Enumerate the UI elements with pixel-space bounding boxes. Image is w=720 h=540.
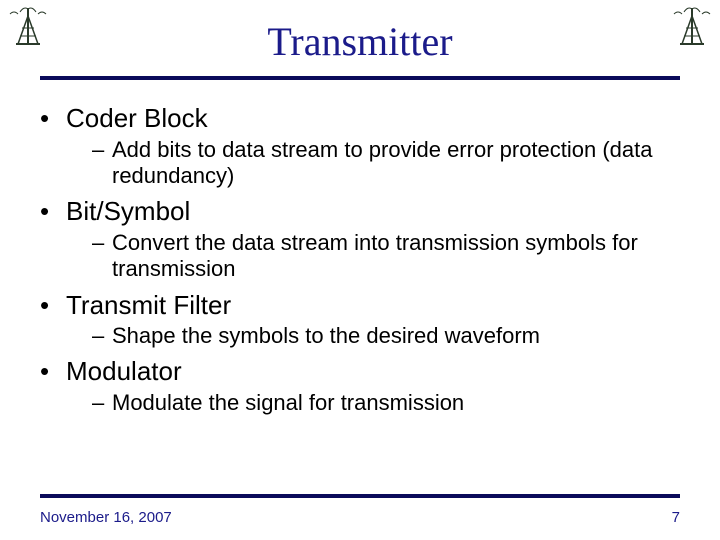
dash-icon: – bbox=[92, 323, 112, 349]
antenna-icon bbox=[672, 6, 712, 46]
bullet-level2: – Add bits to data stream to provide err… bbox=[92, 137, 684, 190]
bullet-dot-icon: • bbox=[40, 289, 66, 322]
bullet-dot-icon: • bbox=[40, 102, 66, 135]
dash-icon: – bbox=[92, 230, 112, 283]
dash-icon: – bbox=[92, 390, 112, 416]
bullet-level1: • Coder Block bbox=[40, 102, 684, 135]
bullet-sub: Modulate the signal for transmission bbox=[112, 390, 684, 416]
bullet-label: Bit/Symbol bbox=[66, 195, 190, 228]
footer-page: 7 bbox=[672, 509, 680, 526]
antenna-icon bbox=[8, 6, 48, 46]
bullet-label: Coder Block bbox=[66, 102, 208, 135]
bullet-sub: Add bits to data stream to provide error… bbox=[112, 137, 684, 190]
footer-rule bbox=[40, 494, 680, 498]
slide: Transmitter • Coder Block – Add bits to … bbox=[0, 0, 720, 540]
bullet-label: Transmit Filter bbox=[66, 289, 231, 322]
bullet-dot-icon: • bbox=[40, 195, 66, 228]
bullet-sub: Shape the symbols to the desired wavefor… bbox=[112, 323, 684, 349]
footer: November 16, 2007 7 bbox=[40, 509, 680, 526]
content-area: • Coder Block – Add bits to data stream … bbox=[40, 96, 684, 420]
footer-date: November 16, 2007 bbox=[40, 509, 172, 526]
bullet-level1: • Bit/Symbol bbox=[40, 195, 684, 228]
bullet-level1: • Transmit Filter bbox=[40, 289, 684, 322]
bullet-level2: – Convert the data stream into transmiss… bbox=[92, 230, 684, 283]
slide-title: Transmitter bbox=[0, 0, 720, 73]
title-rule bbox=[40, 76, 680, 80]
bullet-dot-icon: • bbox=[40, 355, 66, 388]
bullet-level2: – Shape the symbols to the desired wavef… bbox=[92, 323, 684, 349]
bullet-sub: Convert the data stream into transmissio… bbox=[112, 230, 684, 283]
bullet-level1: • Modulator bbox=[40, 355, 684, 388]
bullet-label: Modulator bbox=[66, 355, 182, 388]
dash-icon: – bbox=[92, 137, 112, 190]
bullet-level2: – Modulate the signal for transmission bbox=[92, 390, 684, 416]
